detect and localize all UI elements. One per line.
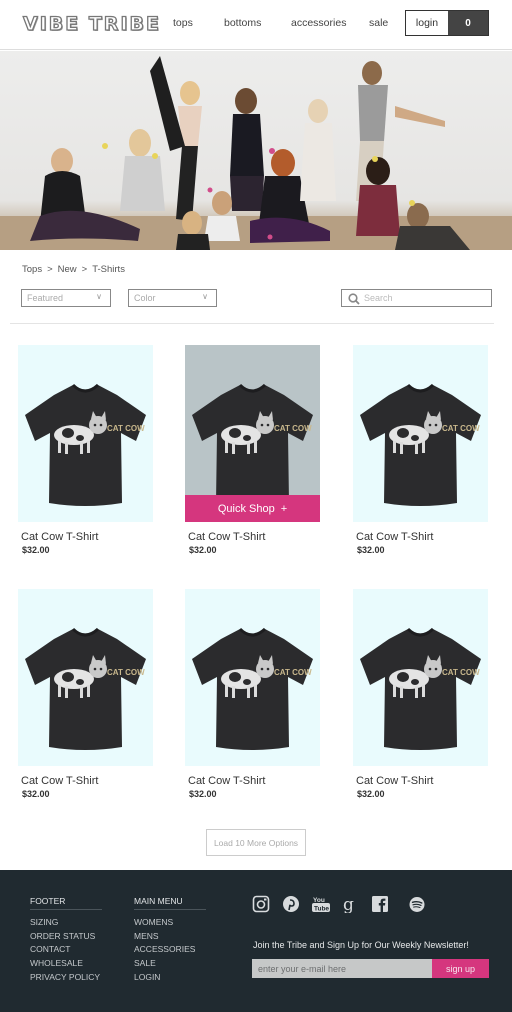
hero-banner xyxy=(0,51,512,250)
product-name[interactable]: Cat Cow T-Shirt xyxy=(356,531,489,543)
svg-text:Tube: Tube xyxy=(314,906,329,913)
sort-select[interactable]: Featured ∨ xyxy=(21,289,111,307)
product-card[interactable]: CAT COW Cat Cow T-Shirt $32.00 xyxy=(353,345,489,555)
chevron-down-icon: ∨ xyxy=(202,292,208,301)
footer-link-wholesale[interactable]: WHOLESALE xyxy=(30,958,83,968)
signup-button[interactable]: sign up xyxy=(432,959,489,978)
footer-link-login[interactable]: LOGIN xyxy=(134,972,160,982)
product-price: $32.00 xyxy=(357,545,385,555)
product-image[interactable]: CAT COW xyxy=(18,345,153,522)
footer-link-privacy-policy[interactable]: PRIVACY POLICY xyxy=(30,972,100,982)
product-image[interactable]: CAT COW xyxy=(185,589,320,766)
chevron-down-icon: ∨ xyxy=(96,292,102,301)
product-print-text: CAT COW xyxy=(442,668,480,677)
footer-column-title: FOOTER xyxy=(30,896,102,910)
cart-count-button[interactable]: 0 xyxy=(448,11,488,35)
newsletter-text: Join the Tribe and Sign Up for Our Weekl… xyxy=(253,940,469,950)
account-cart-box: login 0 xyxy=(405,10,489,36)
google-icon[interactable]: g xyxy=(341,895,359,913)
youtube-icon[interactable]: You Tube xyxy=(311,895,331,913)
footer-link-mens[interactable]: MENS xyxy=(134,931,159,941)
instagram-icon[interactable] xyxy=(252,895,270,913)
footer-link-sale[interactable]: SALE xyxy=(134,958,156,968)
footer-link-contact[interactable]: CONTACT xyxy=(30,944,70,954)
nav-sale[interactable]: sale xyxy=(369,17,388,29)
product-price: $32.00 xyxy=(22,545,50,555)
login-button[interactable]: login xyxy=(406,11,448,35)
breadcrumb: Tops > New > T-Shirts xyxy=(22,264,125,275)
breadcrumb-tshirts[interactable]: T-Shirts xyxy=(92,264,125,275)
product-price: $32.00 xyxy=(357,789,385,799)
search-input[interactable] xyxy=(364,291,484,305)
product-price: $32.00 xyxy=(189,545,217,555)
footer-link-order-status[interactable]: ORDER STATUS xyxy=(30,931,95,941)
product-name[interactable]: Cat Cow T-Shirt xyxy=(21,531,154,543)
breadcrumb-tops[interactable]: Tops xyxy=(22,264,42,275)
nav-bottoms[interactable]: bottoms xyxy=(224,17,261,29)
spotify-icon[interactable] xyxy=(408,895,426,913)
product-tshirt-graphic: CAT COW xyxy=(360,627,481,750)
product-name[interactable]: Cat Cow T-Shirt xyxy=(188,775,321,787)
breadcrumb-separator: > xyxy=(81,264,88,275)
product-card[interactable]: CAT COW Cat Cow T-Shirt $32.00 xyxy=(18,589,154,799)
product-print-text: CAT COW xyxy=(274,668,312,677)
product-tshirt-graphic: CAT COW xyxy=(25,383,146,506)
svg-text:You: You xyxy=(313,897,325,904)
product-print-text: CAT COW xyxy=(107,668,145,677)
sort-select-value: Featured xyxy=(27,293,64,303)
product-name[interactable]: Cat Cow T-Shirt xyxy=(21,775,154,787)
breadcrumb-new[interactable]: New xyxy=(58,264,77,275)
product-card[interactable]: CAT COW Quick Shop + Cat Cow T-Shirt $32… xyxy=(185,345,321,555)
quick-shop-label: Quick Shop xyxy=(217,502,275,515)
product-tshirt-graphic: CAT COW xyxy=(192,627,313,750)
product-image[interactable]: CAT COW Quick Shop + xyxy=(185,345,320,522)
product-card[interactable]: CAT COW Cat Cow T-Shirt $32.00 xyxy=(353,589,489,799)
product-print-text: CAT COW xyxy=(274,424,312,433)
plus-icon: + xyxy=(280,502,288,515)
product-tshirt-graphic: CAT COW xyxy=(25,627,146,750)
search-box xyxy=(341,289,492,307)
site-logo[interactable]: VIBE TRIBE xyxy=(22,12,161,35)
facebook-icon[interactable] xyxy=(371,895,389,913)
divider xyxy=(10,323,494,324)
color-select[interactable]: Color ∨ xyxy=(128,289,217,307)
svg-text:g: g xyxy=(343,895,354,913)
product-print-text: CAT COW xyxy=(442,424,480,433)
pinterest-icon[interactable] xyxy=(282,895,300,913)
nav-accessories[interactable]: accessories xyxy=(291,17,346,29)
footer-link-sizing[interactable]: SIZING xyxy=(30,917,58,927)
footer-link-womens[interactable]: WOMENS xyxy=(134,917,173,927)
product-tshirt-graphic: CAT COW xyxy=(360,383,481,506)
product-price: $32.00 xyxy=(22,789,50,799)
product-name[interactable]: Cat Cow T-Shirt xyxy=(188,531,321,543)
email-field[interactable] xyxy=(252,959,432,978)
footer-link-accessories[interactable]: ACCESSORIES xyxy=(134,944,195,954)
product-print-text: CAT COW xyxy=(107,424,145,433)
product-image[interactable]: CAT COW xyxy=(353,589,488,766)
load-more-button[interactable]: Load 10 More Options xyxy=(206,829,306,856)
product-price: $32.00 xyxy=(189,789,217,799)
breadcrumb-separator: > xyxy=(47,264,53,275)
color-select-value: Color xyxy=(134,293,156,303)
product-card[interactable]: CAT COW Cat Cow T-Shirt $32.00 xyxy=(18,345,154,555)
product-image[interactable]: CAT COW xyxy=(353,345,488,522)
quick-shop-button[interactable]: Quick Shop + xyxy=(185,495,320,522)
nav-tops[interactable]: tops xyxy=(173,17,193,29)
main-menu-title: MAIN MENU xyxy=(134,896,206,910)
product-image[interactable]: CAT COW xyxy=(18,589,153,766)
search-icon[interactable] xyxy=(347,292,361,306)
product-card[interactable]: CAT COW Cat Cow T-Shirt $32.00 xyxy=(185,589,321,799)
hero-group-photo xyxy=(0,56,512,250)
product-name[interactable]: Cat Cow T-Shirt xyxy=(356,775,489,787)
site-header: VIBE TRIBE tops bottoms accessories sale… xyxy=(0,0,512,50)
